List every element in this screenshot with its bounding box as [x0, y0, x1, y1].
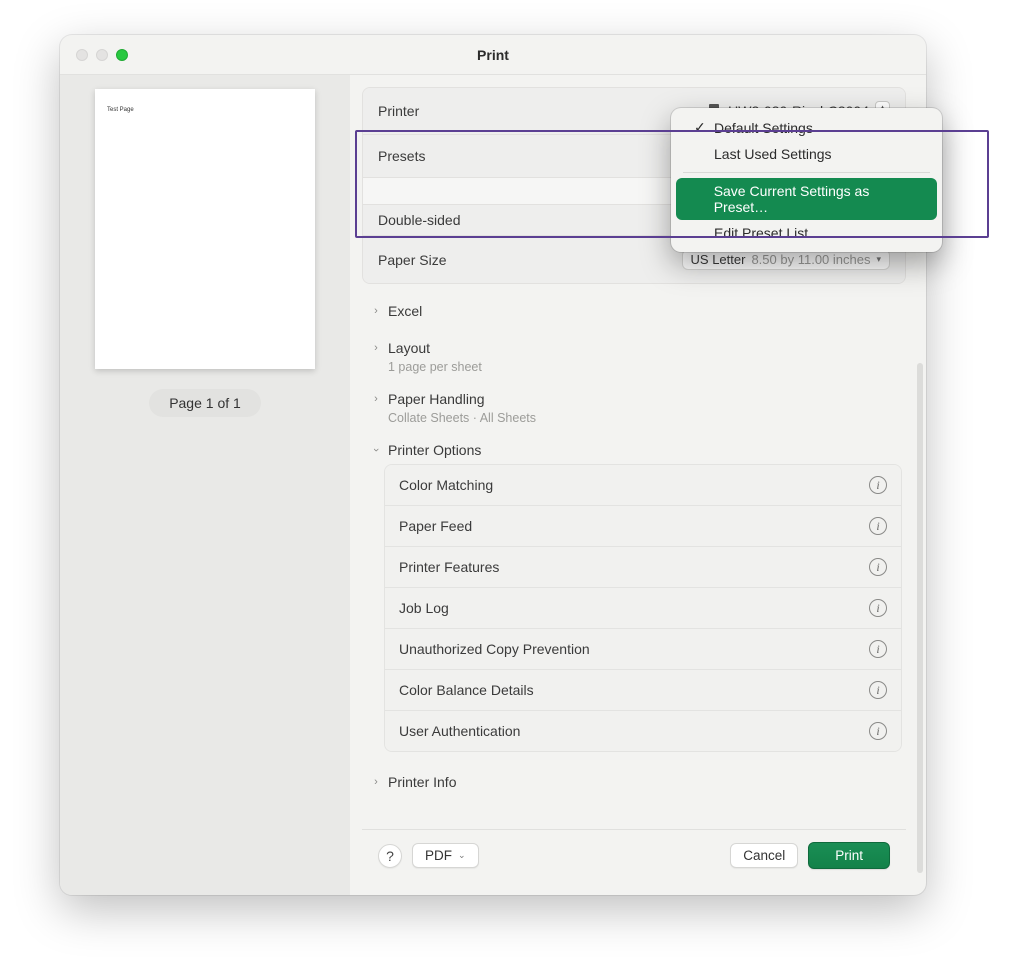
section-paper-handling-sub: Collate Sheets · All Sheets	[366, 409, 902, 433]
option-label: Paper Feed	[399, 518, 472, 534]
chevron-right-icon: ›	[370, 776, 382, 788]
section-layout-sub: 1 page per sheet	[366, 358, 902, 382]
preview-content-text: Test Page	[107, 107, 303, 113]
pdf-label: PDF	[425, 848, 452, 863]
chevron-down-icon: ⌄	[458, 850, 466, 861]
option-job-log[interactable]: Job Log i	[385, 588, 901, 629]
pdf-menu-button[interactable]: PDF ⌄	[412, 843, 479, 868]
cancel-button[interactable]: Cancel	[730, 843, 798, 868]
checkmark-icon: ✓	[694, 119, 708, 136]
page-indicator-badge: Page 1 of 1	[149, 389, 261, 417]
section-printer-options[interactable]: › Printer Options	[366, 433, 902, 460]
info-icon[interactable]: i	[869, 681, 887, 699]
option-label: Printer Features	[399, 559, 499, 575]
scrollbar[interactable]	[917, 363, 923, 873]
option-color-matching[interactable]: Color Matching i	[385, 465, 901, 506]
section-printer-info[interactable]: › Printer Info	[366, 760, 902, 792]
printer-options-list: Color Matching i Paper Feed i Printer Fe…	[384, 464, 902, 752]
option-label: Color Matching	[399, 477, 493, 493]
chevron-down-icon: ▾	[876, 254, 881, 265]
disclosure-sections: › Excel › Layout 1 page per sheet › Pape…	[362, 284, 906, 796]
paper-size-dimensions: 8.50 by 11.00 inches	[751, 252, 870, 267]
minimize-window-button[interactable]	[96, 49, 108, 61]
help-button[interactable]: ?	[378, 844, 402, 868]
preset-item-label: Default Settings	[714, 120, 813, 136]
paper-size-label: Paper Size	[378, 252, 446, 268]
option-paper-feed[interactable]: Paper Feed i	[385, 506, 901, 547]
option-label: User Authentication	[399, 723, 520, 739]
info-icon[interactable]: i	[869, 517, 887, 535]
section-printer-info-label: Printer Info	[388, 774, 456, 790]
preset-edit-list[interactable]: Edit Preset List…	[676, 220, 937, 246]
preset-item-label: Last Used Settings	[714, 146, 832, 162]
section-layout-label: Layout	[388, 340, 430, 356]
option-label: Job Log	[399, 600, 449, 616]
preset-save-current[interactable]: Save Current Settings as Preset…	[676, 178, 937, 220]
info-icon[interactable]: i	[869, 476, 887, 494]
window-title: Print	[60, 47, 926, 63]
option-user-auth[interactable]: User Authentication i	[385, 711, 901, 751]
info-icon[interactable]: i	[869, 722, 887, 740]
info-icon[interactable]: i	[869, 599, 887, 617]
close-window-button[interactable]	[76, 49, 88, 61]
double-sided-label: Double-sided	[378, 212, 461, 228]
dialog-footer: ? PDF ⌄ Cancel Print	[362, 829, 906, 883]
section-excel-label: Excel	[388, 303, 422, 319]
window-controls	[60, 49, 128, 61]
preview-sidebar: Test Page Page 1 of 1	[60, 75, 350, 895]
menu-divider	[683, 172, 930, 173]
section-layout[interactable]: › Layout	[366, 331, 902, 358]
presets-label: Presets	[378, 148, 425, 164]
preset-last-used-settings[interactable]: Last Used Settings	[676, 141, 937, 167]
preset-item-label: Edit Preset List…	[714, 225, 822, 241]
printer-label: Printer	[378, 103, 419, 119]
preset-item-label: Save Current Settings as Preset…	[714, 183, 923, 215]
option-printer-features[interactable]: Printer Features i	[385, 547, 901, 588]
option-unauthorized-copy[interactable]: Unauthorized Copy Prevention i	[385, 629, 901, 670]
paper-size-select[interactable]: US Letter 8.50 by 11.00 inches ▾	[682, 249, 890, 270]
section-paper-handling-label: Paper Handling	[388, 391, 485, 407]
option-label: Unauthorized Copy Prevention	[399, 641, 590, 657]
paper-size-value: US Letter	[691, 252, 746, 267]
info-icon[interactable]: i	[869, 640, 887, 658]
section-paper-handling[interactable]: › Paper Handling	[366, 382, 902, 409]
presets-dropdown-menu: ✓ Default Settings Last Used Settings Sa…	[671, 108, 942, 252]
titlebar: Print	[60, 35, 926, 75]
chevron-right-icon: ›	[370, 393, 382, 405]
chevron-down-icon: ›	[370, 444, 382, 456]
chevron-right-icon: ›	[370, 305, 382, 317]
preset-default-settings[interactable]: ✓ Default Settings	[676, 114, 937, 141]
chevron-right-icon: ›	[370, 342, 382, 354]
option-color-balance[interactable]: Color Balance Details i	[385, 670, 901, 711]
section-printer-options-label: Printer Options	[388, 442, 481, 458]
page-preview[interactable]: Test Page	[95, 89, 315, 369]
info-icon[interactable]: i	[869, 558, 887, 576]
zoom-window-button[interactable]	[116, 49, 128, 61]
option-label: Color Balance Details	[399, 682, 534, 698]
section-excel[interactable]: › Excel	[366, 294, 902, 321]
print-button[interactable]: Print	[808, 842, 890, 869]
